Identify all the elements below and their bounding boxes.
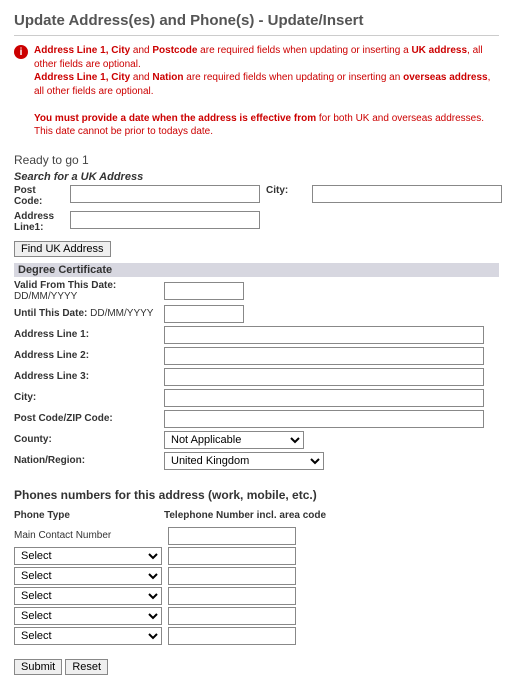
zip-label: Post Code/ZIP Code: — [14, 413, 160, 424]
phone-type-select[interactable]: Select — [14, 547, 162, 565]
phone-type-select[interactable]: Select — [14, 567, 162, 585]
postcode-label: Post Code: — [14, 185, 64, 207]
valid-from-input[interactable] — [164, 282, 244, 300]
county-select[interactable]: Not Applicable — [164, 431, 304, 449]
phone-type-select[interactable]: Select — [14, 587, 162, 605]
phones-heading: Phones numbers for this address (work, m… — [14, 488, 499, 502]
cert-city-label: City: — [14, 392, 160, 403]
city-input[interactable] — [312, 185, 502, 203]
status-text: Ready to go 1 — [14, 153, 499, 167]
phone-type-header: Phone Type — [14, 510, 164, 521]
phone-type-select[interactable]: Select — [14, 607, 162, 625]
addr1-input[interactable] — [164, 326, 484, 344]
until-label: Until This Date: DD/MM/YYYY — [14, 308, 160, 319]
phone-number-input[interactable] — [168, 587, 296, 605]
addr3-label: Address Line 3: — [14, 371, 160, 382]
reset-button[interactable]: Reset — [65, 659, 108, 675]
address1-search-label: Address Line1: — [14, 211, 64, 233]
addr2-label: Address Line 2: — [14, 350, 160, 361]
nation-select[interactable]: United Kingdom — [164, 452, 324, 470]
addr2-input[interactable] — [164, 347, 484, 365]
county-label: County: — [14, 434, 160, 445]
info-block: i Address Line 1, City and Postcode are … — [14, 44, 499, 139]
phone-number-input[interactable] — [168, 607, 296, 625]
phone-type-select[interactable]: Select — [14, 627, 162, 645]
addr1-label: Address Line 1: — [14, 329, 160, 340]
zip-input[interactable] — [164, 410, 484, 428]
info-icon: i — [14, 45, 28, 59]
valid-from-label: Valid From This Date: DD/MM/YYYY — [14, 280, 160, 302]
phone-number-input[interactable] — [168, 627, 296, 645]
cert-city-input[interactable] — [164, 389, 484, 407]
postcode-input[interactable] — [70, 185, 260, 203]
degree-certificate-band: Degree Certificate — [14, 263, 499, 277]
submit-button[interactable]: Submit — [14, 659, 62, 675]
phone-number-input[interactable] — [168, 567, 296, 585]
main-contact-input[interactable] — [168, 527, 296, 545]
divider — [14, 35, 499, 36]
until-input[interactable] — [164, 305, 244, 323]
main-contact-label: Main Contact Number — [14, 530, 164, 541]
address1-search-input[interactable] — [70, 211, 260, 229]
phone-number-header: Telephone Number incl. area code — [164, 510, 344, 521]
search-heading: Search for a UK Address — [14, 171, 499, 183]
addr3-input[interactable] — [164, 368, 484, 386]
page-title: Update Address(es) and Phone(s) - Update… — [14, 12, 499, 29]
info-text: Address Line 1, City and Postcode are re… — [34, 44, 499, 139]
city-label: City: — [266, 185, 306, 196]
phone-number-input[interactable] — [168, 547, 296, 565]
nation-label: Nation/Region: — [14, 455, 160, 466]
find-uk-address-button[interactable]: Find UK Address — [14, 241, 111, 257]
